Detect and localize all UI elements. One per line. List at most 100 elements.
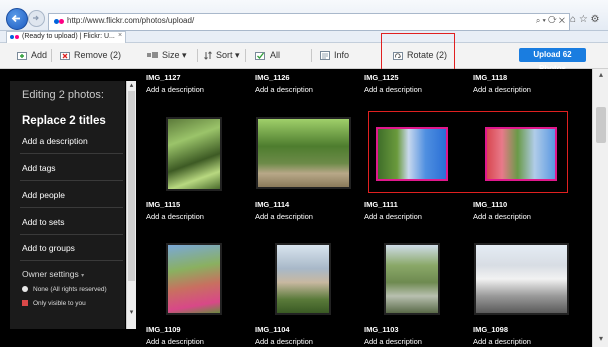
info-label: Info — [334, 50, 350, 60]
photo-title[interactable]: IMG_1127 — [146, 73, 181, 82]
sidebar-scroll-thumb[interactable] — [128, 91, 135, 281]
tab-bar: (Ready to upload) | Flickr: U... × — [0, 31, 608, 43]
sidebar-divider — [20, 153, 123, 154]
sidebar-divider — [20, 234, 123, 235]
forward-arrow-icon — [33, 15, 39, 21]
sidebar-panel: Editing 2 photos: Replace 2 titles Add a… — [10, 81, 125, 329]
scroll-up-icon[interactable]: ▴ — [593, 69, 608, 81]
sidebar-divider — [20, 180, 123, 181]
photo-description[interactable]: Add a description — [255, 337, 313, 346]
add-button[interactable]: Add — [17, 50, 48, 61]
flickr-favicon-icon — [54, 19, 64, 25]
privacy-option[interactable]: Only visible to you — [22, 300, 86, 307]
photo-description[interactable]: Add a description — [364, 212, 422, 221]
remove-button[interactable]: Remove (2) — [60, 50, 122, 61]
remove-photo-icon — [60, 52, 70, 61]
rotate-highlight-box — [381, 33, 455, 74]
photo-description[interactable]: Add a description — [255, 85, 313, 94]
select-all-button[interactable]: All — [255, 50, 280, 61]
sidebar-divider — [20, 260, 123, 261]
sidebar-scrollbar[interactable]: ▴ ▾ — [126, 81, 136, 329]
photo-description[interactable]: Add a description — [473, 212, 531, 221]
privacy-lock-icon — [22, 300, 28, 306]
photo-description[interactable]: Add a description — [146, 212, 204, 221]
photo-description[interactable]: Add a description — [364, 337, 422, 346]
photo-thumbnail[interactable] — [256, 117, 351, 189]
license-icon — [22, 286, 28, 292]
photo-description[interactable]: Add a description — [255, 212, 313, 221]
toolbar-divider — [245, 49, 246, 62]
back-arrow-icon — [11, 14, 20, 23]
add-photo-icon — [17, 52, 27, 61]
license-option[interactable]: None (All rights reserved) — [22, 286, 107, 293]
remove-label: Remove (2) — [74, 50, 122, 60]
scroll-down-icon[interactable]: ▾ — [593, 333, 608, 345]
forward-button[interactable] — [28, 10, 45, 27]
address-bar[interactable]: http://www.flickr.com/photos/upload/ ⌕ ▾… — [48, 13, 570, 31]
toolbar-divider — [51, 49, 52, 62]
photo-title[interactable]: IMG_1111 — [364, 200, 398, 209]
tab-title: (Ready to upload) | Flickr: U... — [22, 33, 115, 40]
photo-thumbnail[interactable] — [166, 117, 222, 191]
page-scrollbar[interactable]: ▴ ▾ — [592, 69, 608, 347]
toolbar-divider — [197, 49, 198, 62]
info-icon — [320, 51, 330, 61]
info-button[interactable]: Info — [320, 50, 350, 61]
photo-thumbnail[interactable] — [275, 243, 331, 315]
size-label: Size ▾ — [162, 50, 187, 60]
add-people-link[interactable]: Add people — [22, 190, 65, 200]
add-label: Add — [31, 50, 48, 60]
owner-settings-label: Owner settings — [22, 269, 79, 279]
photo-description[interactable]: Add a description — [146, 337, 204, 346]
uploader-toolbar: Add Remove (2) Size ▾ Sort ▾ All Info Ro… — [0, 43, 608, 73]
photo-description[interactable]: Add a description — [364, 85, 422, 94]
size-icon — [147, 52, 158, 59]
tab-close-icon[interactable]: × — [118, 32, 122, 39]
editing-count-title: Editing 2 photos: — [22, 89, 104, 101]
photo-thumbnail[interactable] — [166, 243, 222, 315]
browser-toolbar-icons[interactable]: ⌂ ☆ ⚙ — [570, 14, 600, 25]
add-tags-link[interactable]: Add tags — [22, 163, 56, 173]
scroll-up-icon[interactable]: ▴ — [127, 81, 136, 90]
url-text[interactable]: http://www.flickr.com/photos/upload/ — [67, 16, 194, 25]
add-to-groups-link[interactable]: Add to groups — [22, 243, 75, 253]
photo-description[interactable]: Add a description — [473, 85, 531, 94]
photo-title[interactable]: IMG_1115 — [146, 200, 180, 209]
sort-dropdown[interactable]: Sort ▾ — [204, 50, 240, 61]
sort-icon — [204, 51, 212, 60]
selection-highlight-box — [368, 111, 568, 193]
photo-description[interactable]: Add a description — [146, 85, 204, 94]
photo-title[interactable]: IMG_1109 — [146, 325, 181, 334]
replace-titles-field[interactable]: Replace 2 titles — [22, 115, 106, 127]
select-all-icon — [255, 52, 265, 61]
toolbar-divider — [311, 49, 312, 62]
photo-description[interactable]: Add a description — [473, 337, 531, 346]
photo-thumbnail[interactable] — [384, 243, 440, 315]
browser-titlebar: http://www.flickr.com/photos/upload/ ⌕ ▾… — [0, 0, 608, 31]
photo-thumbnail[interactable] — [474, 243, 569, 315]
photo-title[interactable]: IMG_1118 — [473, 73, 507, 82]
privacy-label: Only visible to you — [33, 300, 86, 307]
add-to-sets-link[interactable]: Add to sets — [22, 217, 65, 227]
size-dropdown[interactable]: Size ▾ — [147, 50, 187, 61]
address-bar-icons[interactable]: ⌕ ▾ ⟳ ✕ — [536, 16, 565, 26]
sidebar-divider — [20, 207, 123, 208]
page-scroll-thumb[interactable] — [596, 107, 606, 143]
license-label: None (All rights reserved) — [33, 286, 107, 293]
browser-tab[interactable]: (Ready to upload) | Flickr: U... × — [6, 31, 126, 43]
photo-title[interactable]: IMG_1103 — [364, 325, 399, 334]
owner-settings-heading[interactable]: Owner settings ▾ — [22, 269, 84, 279]
sort-label: Sort ▾ — [216, 50, 240, 60]
photo-title[interactable]: IMG_1098 — [473, 325, 508, 334]
flickr-tab-icon — [10, 35, 20, 40]
chevron-down-icon: ▾ — [81, 273, 85, 279]
photo-title[interactable]: IMG_1110 — [473, 200, 507, 209]
photo-title[interactable]: IMG_1126 — [255, 73, 290, 82]
photo-title[interactable]: IMG_1104 — [255, 325, 290, 334]
back-button[interactable] — [6, 8, 28, 30]
photo-title[interactable]: IMG_1125 — [364, 73, 399, 82]
add-description-link[interactable]: Add a description — [22, 136, 88, 146]
photo-title[interactable]: IMG_1114 — [255, 200, 289, 209]
upload-photos-button[interactable]: Upload 62 Photos — [519, 48, 586, 73]
scroll-down-icon[interactable]: ▾ — [127, 308, 136, 317]
